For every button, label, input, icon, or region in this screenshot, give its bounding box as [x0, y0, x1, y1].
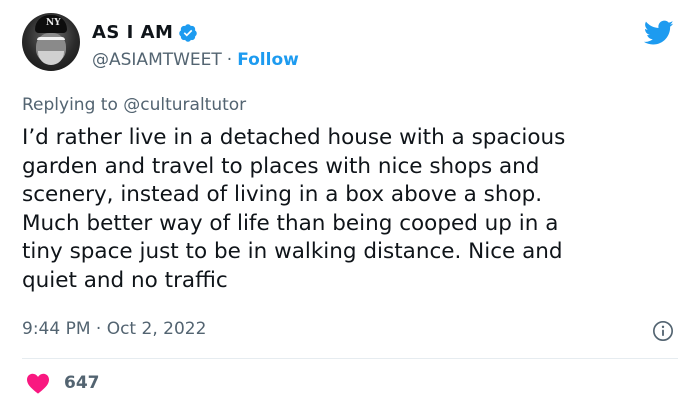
- tweet-text: I’d rather live in a detached house with…: [22, 125, 566, 293]
- follow-button[interactable]: Follow: [237, 50, 299, 70]
- tweet-card: NY AS I AM @ASIAMTWEET · Follow Replying…: [0, 0, 700, 410]
- avatar[interactable]: NY: [22, 13, 80, 71]
- like-count: 647: [64, 373, 100, 393]
- avatar-beard: [38, 51, 64, 65]
- replying-to-label: Replying to: [22, 95, 118, 115]
- likes-row: 647: [26, 372, 100, 394]
- replying-to-line: Replying to @culturaltutor: [22, 95, 246, 115]
- verified-badge-icon: [179, 23, 198, 42]
- info-icon[interactable]: [652, 320, 674, 342]
- author-name-row: AS I AM: [92, 22, 198, 43]
- separator-dot: ·: [226, 50, 233, 70]
- divider: [22, 358, 678, 359]
- avatar-glasses: [37, 37, 65, 48]
- avatar-cap-logo: NY: [46, 18, 61, 28]
- author-handle[interactable]: @ASIAMTWEET: [92, 50, 222, 70]
- author-display-name[interactable]: AS I AM: [92, 22, 173, 43]
- author-handle-row: @ASIAMTWEET · Follow: [92, 50, 299, 70]
- reply-mention-link[interactable]: @culturaltutor: [123, 95, 246, 115]
- heart-icon[interactable]: [26, 372, 50, 394]
- tweet-timestamp[interactable]: 9:44 PM · Oct 2, 2022: [22, 319, 206, 339]
- twitter-bird-icon[interactable]: [644, 20, 674, 46]
